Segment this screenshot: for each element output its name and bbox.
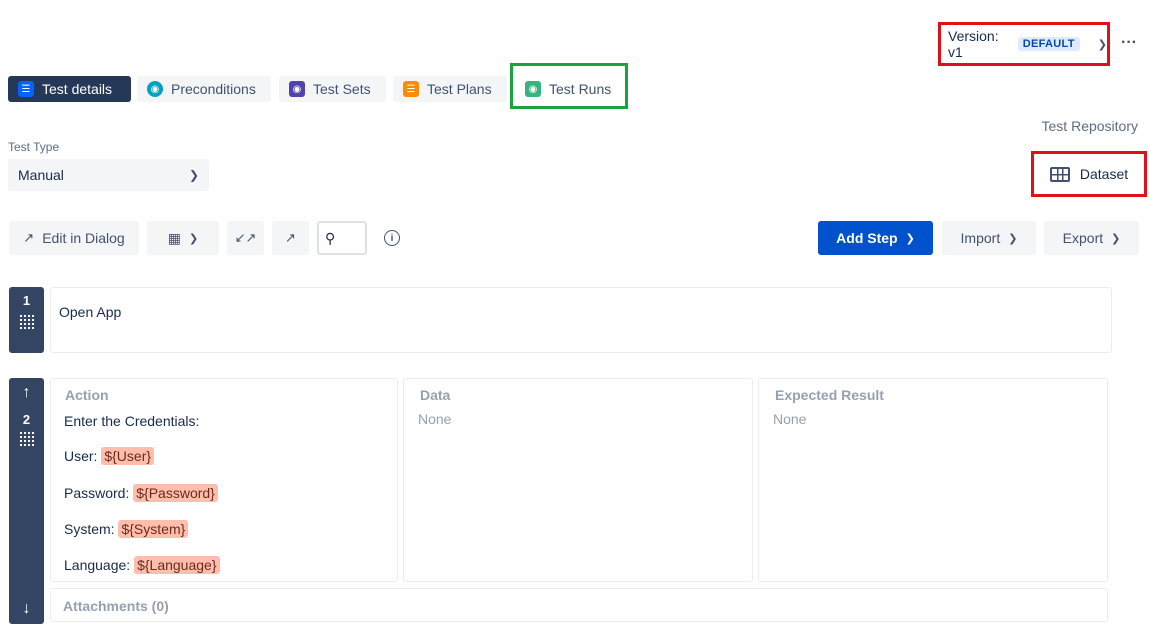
view-mode-button[interactable]: ▦ ❯ <box>147 221 219 255</box>
expand-icon: ↗ <box>285 230 296 245</box>
tab-label: Preconditions <box>171 81 256 97</box>
field-label: Language: <box>64 557 131 573</box>
grid-view-icon: ▦ <box>167 229 181 246</box>
precondition-icon: ◉ <box>147 81 163 97</box>
edit-in-dialog-button[interactable]: ↗ Edit in Dialog <box>9 221 139 255</box>
action-title: Enter the Credentials: <box>64 413 200 429</box>
step-1-card[interactable]: Open App <box>50 287 1112 353</box>
export-button[interactable]: Export ❯ <box>1044 221 1139 255</box>
expected-value: None <box>773 411 807 427</box>
test-type-select[interactable]: Manual ❯ <box>8 159 209 191</box>
test-repository-link[interactable]: Test Repository <box>1042 118 1138 134</box>
add-step-button[interactable]: Add Step ❯ <box>818 221 933 255</box>
tab-test-plans[interactable]: ☰ Test Plans <box>393 76 507 102</box>
drag-handle-icon[interactable] <box>18 314 35 330</box>
move-down-icon[interactable]: ↓ <box>23 600 31 618</box>
test-runs-highlight <box>510 63 628 109</box>
step-2-attachments[interactable]: Attachments (0) <box>50 588 1108 622</box>
search-icon: ⚲ <box>325 229 336 246</box>
info-icon[interactable]: i <box>384 230 400 246</box>
tab-test-sets[interactable]: ◉ Test Sets <box>279 76 386 102</box>
more-options-button[interactable]: ··· <box>1118 32 1140 54</box>
step-2-data-cell[interactable]: Data None <box>403 378 753 582</box>
move-up-icon[interactable]: ↑ <box>23 384 31 402</box>
default-badge: DEFAULT <box>1017 37 1080 51</box>
version-label: Version: v1 <box>948 28 999 60</box>
field-language: Language: ${Language} <box>64 556 220 574</box>
import-label: Import <box>960 230 1001 246</box>
step-2-action-cell[interactable]: Action Enter the Credentials: User: ${Us… <box>50 378 398 582</box>
tab-label: Test Sets <box>313 81 371 97</box>
step-action-text: Open App <box>59 304 122 320</box>
import-button[interactable]: Import ❯ <box>942 221 1036 255</box>
step-number: 1 <box>22 293 31 308</box>
drag-handle-icon[interactable] <box>18 431 35 447</box>
step-number: 2 <box>22 412 31 427</box>
chevron-down-icon: ❯ <box>1008 232 1018 245</box>
add-step-label: Add Step <box>836 230 898 246</box>
expand-button[interactable]: ↗ <box>272 221 309 255</box>
field-system: System: ${System} <box>64 520 189 538</box>
tab-label: Test Plans <box>427 81 492 97</box>
tab-label: Test details <box>42 81 113 97</box>
chevron-down-icon: ❯ <box>905 232 915 245</box>
step-2-handle[interactable]: ↑ 2 ↓ <box>9 378 44 624</box>
collapse-button[interactable]: ↙↗ <box>227 221 264 255</box>
table-icon <box>1049 166 1070 182</box>
field-label: Password: <box>64 485 130 501</box>
version-selector[interactable]: Version: v1 DEFAULT ❯ <box>938 22 1110 66</box>
external-link-icon: ↗ <box>23 230 35 245</box>
chevron-down-icon: ❯ <box>1111 232 1121 245</box>
param-tag: ${Password} <box>133 484 218 502</box>
dataset-button[interactable]: Dataset <box>1031 151 1147 197</box>
field-label: User: <box>64 448 98 464</box>
test-type-label: Test Type <box>8 140 60 154</box>
chevron-down-icon: ❯ <box>189 232 199 245</box>
export-label: Export <box>1062 230 1104 246</box>
param-tag: ${System} <box>118 520 189 538</box>
test-type-value: Manual <box>18 167 64 183</box>
data-value: None <box>418 411 452 427</box>
edit-in-dialog-label: Edit in Dialog <box>42 230 125 246</box>
search-input[interactable]: ⚲ <box>317 221 367 255</box>
data-header: Data <box>420 387 451 403</box>
chevron-down-icon: ❯ <box>188 168 199 182</box>
field-label: System: <box>64 521 115 537</box>
dataset-label: Dataset <box>1079 166 1129 182</box>
testset-icon: ◉ <box>289 81 305 97</box>
collapse-icon: ↙↗ <box>234 230 257 245</box>
field-password: Password: ${Password} <box>64 484 218 502</box>
tab-preconditions[interactable]: ◉ Preconditions <box>137 76 271 102</box>
chevron-down-icon: ❯ <box>1097 38 1107 51</box>
expected-header: Expected Result <box>775 387 884 403</box>
param-tag: ${User} <box>101 447 155 465</box>
param-tag: ${Language} <box>134 556 220 574</box>
list-icon: ☰ <box>18 81 34 97</box>
step-1-handle[interactable]: 1 <box>9 287 44 353</box>
field-user: User: ${User} <box>64 447 155 465</box>
testplan-icon: ☰ <box>403 81 419 97</box>
attachments-label: Attachments (0) <box>63 598 169 614</box>
step-2-expected-cell[interactable]: Expected Result None <box>758 378 1108 582</box>
action-header: Action <box>65 387 109 403</box>
tab-test-details[interactable]: ☰ Test details <box>8 76 131 102</box>
